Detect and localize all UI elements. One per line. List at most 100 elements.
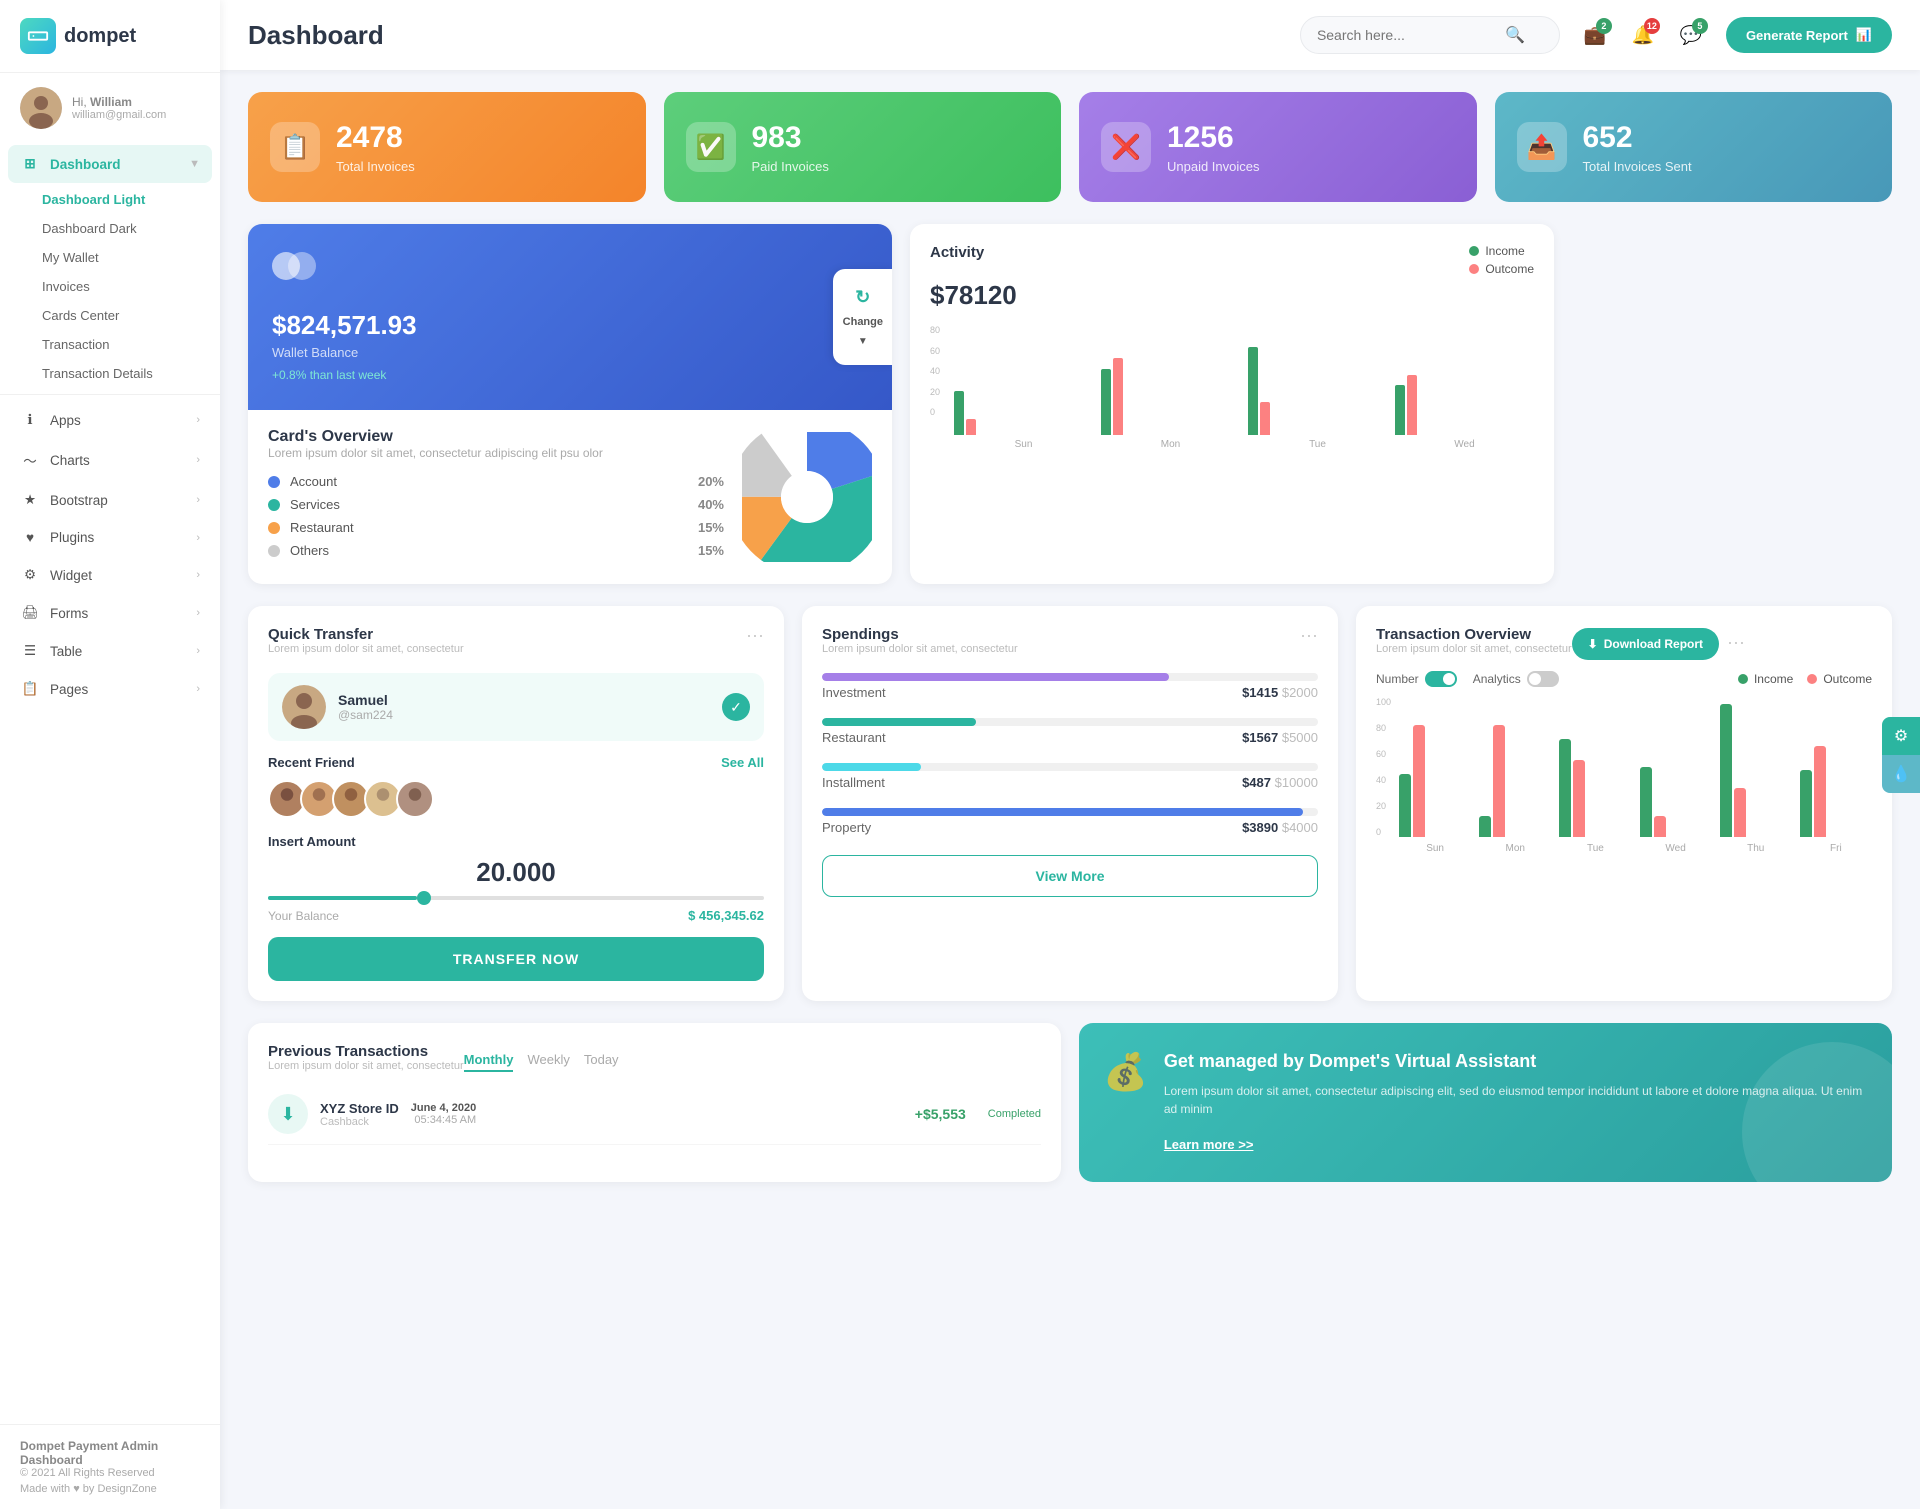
tab-monthly[interactable]: Monthly <box>464 1052 514 1072</box>
amount-value: 20.000 <box>268 857 764 888</box>
wed-outcome-bar <box>1654 816 1666 837</box>
nav-sub-cards-center[interactable]: Cards Center <box>42 301 220 330</box>
selected-friend: Samuel @sam224 ✓ <box>268 673 764 741</box>
nav-sub-dashboard-light[interactable]: Dashboard Light <box>42 185 220 214</box>
sidebar-item-forms[interactable]: 🖨 Forms › <box>0 594 220 632</box>
chat-btn[interactable]: 💬 5 <box>1672 16 1710 54</box>
insert-amount-label: Insert Amount <box>268 834 764 849</box>
pie-chart <box>742 432 872 562</box>
spendings-widget: Spendings Lorem ipsum dolor sit amet, co… <box>802 606 1338 1001</box>
activity-bar-labels: Sun Mon Tue Wed <box>930 439 1534 450</box>
forms-icon: 🖨 <box>20 605 40 621</box>
card-overview-title: Card's Overview <box>268 428 724 446</box>
sidebar-item-apps[interactable]: ℹ Apps › <box>0 401 220 439</box>
sidebar-item-table[interactable]: ☰ Table › <box>0 632 220 670</box>
number-toggle[interactable] <box>1425 671 1457 687</box>
recent-friend-label: Recent Friend See All <box>268 755 764 770</box>
card-overview-info: Card's Overview Lorem ipsum dolor sit am… <box>268 428 724 566</box>
sidebar-item-charts[interactable]: 〜 Charts › <box>0 439 220 481</box>
sent-invoices-label: Total Invoices Sent <box>1583 159 1692 174</box>
nav-sub-transaction-details[interactable]: Transaction Details <box>42 359 220 388</box>
va-learn-more-link[interactable]: Learn more >> <box>1164 1137 1254 1152</box>
analytics-toggle[interactable] <box>1527 671 1559 687</box>
notification-btn[interactable]: 🔔 12 <box>1624 16 1662 54</box>
number-toggle-group: Number <box>1376 671 1457 687</box>
check-icon: ✓ <box>722 693 750 721</box>
friend-name: Samuel <box>338 692 393 708</box>
tab-today[interactable]: Today <box>584 1052 619 1072</box>
tx-bars: Sun Mon Tue Wed Thu Fri <box>1399 697 1872 854</box>
quick-transfer-menu[interactable]: ⋯ <box>746 626 764 647</box>
greeting: Hi, William <box>72 95 166 109</box>
apps-arrow: › <box>196 414 200 426</box>
total-invoices-label: Total Invoices <box>336 159 415 174</box>
change-button[interactable]: ↻ Change ▼ <box>833 269 892 365</box>
nav-sub-invoices[interactable]: Invoices <box>42 272 220 301</box>
tx-item-type: Cashback <box>320 1116 399 1128</box>
table-arrow: › <box>196 645 200 657</box>
nav-sub-dashboard-dark[interactable]: Dashboard Dark <box>42 214 220 243</box>
sidebar-item-pages[interactable]: 📋 Pages › <box>0 670 220 708</box>
view-more-button[interactable]: View More <box>822 855 1318 897</box>
user-info: Hi, William william@gmail.com <box>72 95 166 121</box>
content-area: 📋 2478 Total Invoices ✅ 983 Paid Invoice… <box>220 70 1920 1509</box>
wallet-card-section: $824,571.93 Wallet Balance +0.8% than la… <box>248 224 892 410</box>
stat-card-paid-invoices: ✅ 983 Paid Invoices <box>664 92 1062 202</box>
stat-info-total: 2478 Total Invoices <box>336 121 415 174</box>
paid-invoices-icon: ✅ <box>686 122 736 172</box>
paid-invoices-label: Paid Invoices <box>752 159 829 174</box>
slider-thumb <box>417 891 431 905</box>
friend-thumb-5[interactable] <box>396 780 434 818</box>
generate-report-button[interactable]: Generate Report 📊 <box>1726 17 1892 53</box>
prev-transactions-widget: Previous Transactions Lorem ipsum dolor … <box>248 1023 1061 1182</box>
transaction-overview-widget: Transaction Overview Lorem ipsum dolor s… <box>1356 606 1892 1001</box>
tue-outcome-bar <box>1573 760 1585 837</box>
spend-restaurant: Restaurant $1567 $5000 <box>822 718 1318 749</box>
others-pct: 15% <box>698 543 724 558</box>
spend-property: Property $3890 $4000 <box>822 808 1318 839</box>
wallet-label: Wallet Balance <box>272 345 868 360</box>
nav-sub-transaction[interactable]: Transaction <box>42 330 220 359</box>
transfer-now-button[interactable]: TRANSFER NOW <box>268 937 764 981</box>
tx-chart-area: 100806040200 <box>1376 697 1872 854</box>
generate-report-label: Generate Report <box>1746 28 1848 43</box>
spendings-menu[interactable]: ⋯ <box>1300 626 1318 647</box>
sidebar-item-dashboard[interactable]: ⊞ Dashboard ▼ <box>8 145 212 183</box>
fri-income-bar <box>1800 770 1812 837</box>
thu-income-bar <box>1720 704 1732 837</box>
float-settings-button[interactable]: ⚙ <box>1882 717 1920 755</box>
charts-icon: 〜 <box>20 450 40 470</box>
sidebar-item-bootstrap[interactable]: ★ Bootstrap › <box>0 481 220 519</box>
slider-fill <box>268 896 417 900</box>
stat-info-sent: 652 Total Invoices Sent <box>1583 121 1692 174</box>
sidebar-item-plugins[interactable]: ♥ Plugins › <box>0 519 220 556</box>
tab-weekly[interactable]: Weekly <box>527 1052 569 1072</box>
tx-menu[interactable]: ⋯ <box>1727 633 1745 654</box>
prev-row: Previous Transactions Lorem ipsum dolor … <box>248 1023 1892 1182</box>
search-input[interactable] <box>1317 27 1497 43</box>
sun-income-bar <box>1399 774 1411 837</box>
middle-row: $824,571.93 Wallet Balance +0.8% than la… <box>248 224 1892 584</box>
sidebar-item-widget[interactable]: ⚙ Widget › <box>0 556 220 594</box>
see-all-link[interactable]: See All <box>721 755 764 770</box>
quick-transfer-widget: Quick Transfer Lorem ipsum dolor sit ame… <box>248 606 784 1001</box>
unpaid-invoices-label: Unpaid Invoices <box>1167 159 1260 174</box>
slider-track[interactable] <box>268 896 764 900</box>
wallet-btn[interactable]: 💼 2 <box>1576 16 1614 54</box>
tx-title-area: Transaction Overview Lorem ipsum dolor s… <box>1376 626 1572 661</box>
tx-income-legend: Income <box>1738 672 1793 686</box>
va-title: Get managed by Dompet's Virtual Assistan… <box>1164 1051 1868 1072</box>
bootstrap-icon: ★ <box>20 492 40 508</box>
float-water-button[interactable]: 💧 <box>1882 755 1920 793</box>
tx-sub: Lorem ipsum dolor sit amet, consectetur <box>1376 643 1572 655</box>
bootstrap-arrow: › <box>196 494 200 506</box>
friend-handle: @sam224 <box>338 708 393 722</box>
quick-transfer-title: Quick Transfer <box>268 626 464 643</box>
quick-transfer-sub: Lorem ipsum dolor sit amet, consectetur <box>268 643 464 655</box>
restaurant-bar <box>822 718 1318 726</box>
services-pct: 40% <box>698 497 724 512</box>
tx-item-date: June 4, 2020 05:34:45 AM <box>411 1102 476 1126</box>
download-report-button[interactable]: ⬇ Download Report <box>1572 628 1719 660</box>
nav-sub-my-wallet[interactable]: My Wallet <box>42 243 220 272</box>
stat-info-paid: 983 Paid Invoices <box>752 121 829 174</box>
